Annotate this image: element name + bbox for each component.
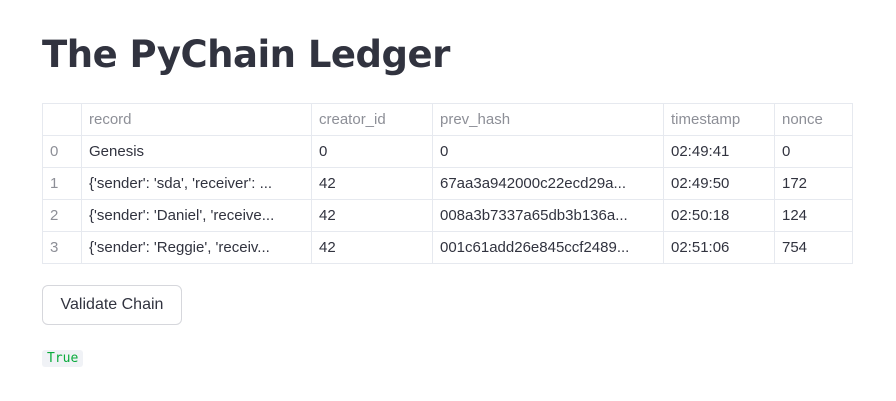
nonce-cell[interactable]: 124 <box>774 199 853 232</box>
row-index: 1 <box>42 167 82 200</box>
prev-hash-cell[interactable]: 001c61add26e845ccf2489... <box>432 231 664 264</box>
timestamp-cell[interactable]: 02:51:06 <box>663 231 775 264</box>
table-row: 3 {'sender': 'Reggie', 'receiv... 42 001… <box>42 231 853 264</box>
row-index: 3 <box>42 231 82 264</box>
creator-id-cell[interactable]: 42 <box>311 231 433 264</box>
table-row: 1 {'sender': 'sda', 'receiver': ... 42 6… <box>42 167 853 200</box>
timestamp-cell[interactable]: 02:50:18 <box>663 199 775 232</box>
validate-chain-button[interactable]: Validate Chain <box>42 285 182 325</box>
record-cell[interactable]: {'sender': 'Daniel', 'receive... <box>81 199 312 232</box>
prev-hash-cell[interactable]: 008a3b7337a65db3b136a... <box>432 199 664 232</box>
row-index: 0 <box>42 135 82 168</box>
record-cell[interactable]: {'sender': 'sda', 'receiver': ... <box>81 167 312 200</box>
validation-result: True <box>42 350 84 367</box>
creator-id-cell[interactable]: 42 <box>311 199 433 232</box>
table-row: 2 {'sender': 'Daniel', 'receive... 42 00… <box>42 199 853 232</box>
record-cell[interactable]: Genesis <box>81 135 312 168</box>
nonce-cell[interactable]: 754 <box>774 231 853 264</box>
table-header-row: record creator_id prev_hash timestamp no… <box>42 103 853 136</box>
ledger-table: record creator_id prev_hash timestamp no… <box>42 103 853 264</box>
creator-id-cell[interactable]: 42 <box>311 167 433 200</box>
prev-hash-cell[interactable]: 67aa3a942000c22ecd29a... <box>432 167 664 200</box>
creator-id-cell[interactable]: 0 <box>311 135 433 168</box>
index-column-header[interactable] <box>42 103 82 136</box>
row-index: 2 <box>42 199 82 232</box>
prev-hash-cell[interactable]: 0 <box>432 135 664 168</box>
timestamp-cell[interactable]: 02:49:50 <box>663 167 775 200</box>
prev-hash-column-header[interactable]: prev_hash <box>432 103 664 136</box>
record-column-header[interactable]: record <box>81 103 312 136</box>
timestamp-cell[interactable]: 02:49:41 <box>663 135 775 168</box>
page-title: The PyChain Ledger <box>42 33 450 76</box>
timestamp-column-header[interactable]: timestamp <box>663 103 775 136</box>
creator-id-column-header[interactable]: creator_id <box>311 103 433 136</box>
record-cell[interactable]: {'sender': 'Reggie', 'receiv... <box>81 231 312 264</box>
nonce-cell[interactable]: 172 <box>774 167 853 200</box>
table-row: 0 Genesis 0 0 02:49:41 0 <box>42 135 853 168</box>
nonce-column-header[interactable]: nonce <box>774 103 853 136</box>
nonce-cell[interactable]: 0 <box>774 135 853 168</box>
